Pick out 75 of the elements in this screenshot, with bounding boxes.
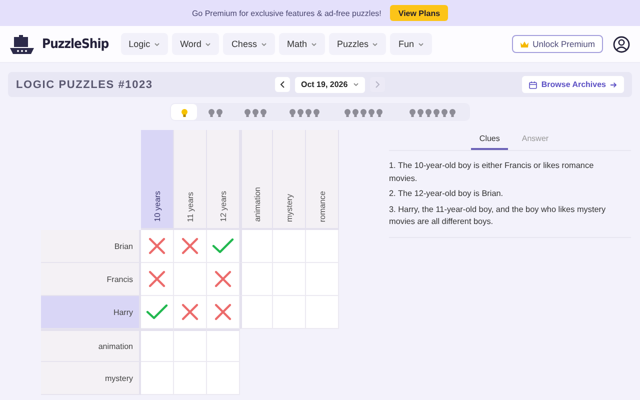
puzzle-title: LOGIC PUZZLES #1023 [16,78,154,90]
grid-cell[interactable] [141,296,174,329]
grid-cell[interactable] [306,230,339,263]
row-header: Harry [41,296,141,329]
lightbulb-icon [344,108,382,116]
menu-button[interactable]: Logic [120,33,168,55]
row-header: mystery [41,362,141,395]
date-picker[interactable]: Oct 19, 2026 [295,76,365,92]
lightbulb-icon [208,108,222,116]
cross-icon [181,303,199,321]
grid-cell[interactable] [240,296,273,329]
grid-cell[interactable] [174,329,207,362]
account-icon [613,36,630,52]
chevron-icon [374,81,380,88]
grid-cell[interactable] [273,230,306,263]
arrow-right-icon [610,82,617,88]
grid-cell[interactable] [240,263,273,296]
caret-icon [372,42,378,46]
clue-text: 2. The 12-year-old boy is Brian. [389,188,504,200]
menu-button[interactable]: Word [172,33,220,55]
grid-cell[interactable] [207,296,240,329]
grid-cell[interactable] [141,362,174,395]
column-header: mystery [273,130,306,230]
menu-button[interactable]: Chess [223,33,275,55]
clue-text: 1. The 10-year-old boy is either Francis or likes romance movies. [389,160,595,184]
checkmark-icon [212,238,234,254]
grid-cell[interactable] [141,263,174,296]
promo-text: Go Premium for exclusive features & ad-free puzzles! [192,8,382,18]
browse-archives-button[interactable]: Browse Archives [522,76,624,93]
cross-icon [148,237,166,255]
grid-cell[interactable] [207,230,240,263]
difficulty-option[interactable] [171,104,197,120]
clue-text: 3. Harry, the 11-year-old boy, and the boy who likes mystery movies are all different boys. [389,204,607,228]
grid-cell[interactable] [141,230,174,263]
ship-logo-icon [8,33,36,55]
column-header: 10 years [141,130,174,230]
column-header: romance [306,130,339,230]
checkmark-icon [146,304,168,320]
caret-icon [418,42,424,46]
grid-cell[interactable] [207,329,240,362]
row-header: animation [41,329,141,362]
cross-icon [214,270,232,288]
caret-icon [260,42,267,46]
caret-icon [154,42,160,46]
lightbulb-icon [244,108,266,116]
caret-icon [352,82,359,87]
cross-icon [214,303,232,321]
lightbulb-icon [180,108,188,116]
cross-icon [148,270,166,288]
grid-cell[interactable] [174,230,207,263]
chevron-icon [280,81,285,88]
column-header: 12 years [207,130,240,230]
menu-button[interactable]: Fun [390,33,432,55]
previous-button[interactable] [275,77,290,92]
menu-button[interactable]: Puzzles [328,33,386,55]
view-plans-button[interactable]: View Plans [390,5,448,21]
column-header: animation [240,130,273,230]
row-header: Francis [41,263,141,296]
grid-cell[interactable] [207,263,240,296]
cross-icon [181,237,199,255]
tab[interactable]: Clues [471,131,508,150]
lightbulb-icon [408,108,456,116]
column-header: 11 years [174,130,207,230]
grid-cell[interactable] [141,329,174,362]
crown-icon [520,40,529,48]
unlock-premium-button[interactable]: Unlock Premium [512,35,603,53]
lightbulb-icon [288,108,320,116]
logo-text[interactable]: PuzzleShip [42,36,109,52]
grid-cell[interactable] [174,296,207,329]
menu-button[interactable]: Math [278,33,325,55]
row-header: Brian [41,230,141,263]
grid-cell[interactable] [240,230,273,263]
calendar-icon [529,80,538,88]
caret-icon [205,42,212,46]
caret-icon [310,42,317,46]
